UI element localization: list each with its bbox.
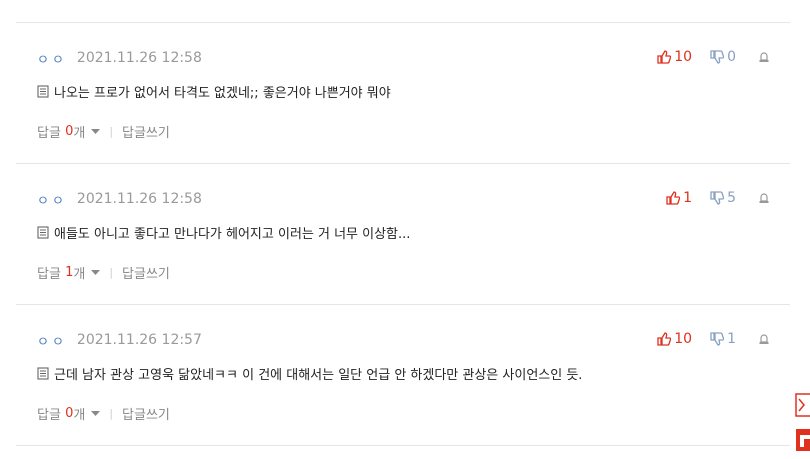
memo-icon (37, 85, 49, 98)
comment-date: 2021.11.26 12:57 (76, 332, 202, 348)
action-separator: | (109, 266, 114, 279)
comment-text: 나오는 프로가 없어서 타격도 없겠네;; 좋은거야 나쁜거야 뭐야 (54, 86, 391, 101)
comment-actions: 답글 0개 | 답글쓰기 (37, 404, 170, 423)
comment-meta: ㅇㅇ 2021.11.26 12:58 (37, 190, 202, 209)
report-button[interactable] (758, 192, 770, 204)
memo-icon (37, 226, 49, 239)
upvote-button[interactable]: 10 (657, 49, 692, 65)
comment-item: ㅇㅇ 2021.11.26 12:57 10 1 근데 남자 관상 고영욱 닮았… (0, 304, 790, 445)
downvote-button[interactable]: 1 (710, 331, 736, 347)
downvote-count: 0 (727, 49, 736, 65)
replies-toggle[interactable]: 답글 0개 (37, 122, 101, 141)
side-red-button[interactable] (795, 428, 810, 452)
divider (16, 445, 790, 446)
report-icon (759, 193, 769, 203)
upvote-count: 1 (683, 190, 693, 206)
reply-label: 답글 (37, 408, 61, 423)
reply-unit: 개 (73, 126, 86, 141)
caret-down-icon (91, 410, 101, 417)
upvote-count: 10 (674, 331, 693, 347)
caret-down-icon (91, 128, 101, 135)
downvote-count: 1 (727, 331, 736, 347)
reply-label: 답글 (37, 267, 61, 282)
reply-count: 0 (65, 124, 74, 139)
thumbs-up-icon (666, 191, 681, 205)
comment-text: 근데 남자 관상 고영욱 닮았네ㅋㅋ 이 건에 대해서는 일단 언급 안 하겠다… (54, 368, 583, 383)
nickname[interactable]: ㅇㅇ (37, 49, 67, 68)
action-separator: | (109, 125, 114, 138)
reply-count: 0 (65, 406, 74, 421)
comment-date: 2021.11.26 12:58 (76, 191, 202, 207)
nickname[interactable]: ㅇㅇ (37, 190, 67, 209)
vote-group: 10 0 (657, 49, 770, 65)
comment-body: 나오는 프로가 없어서 타격도 없겠네;; 좋은거야 나쁜거야 뭐야 (37, 82, 391, 101)
thumbs-up-icon (657, 332, 672, 346)
vote-group: 10 1 (657, 331, 770, 347)
comment-actions: 답글 1개 | 답글쓰기 (37, 263, 170, 282)
report-button[interactable] (758, 333, 770, 345)
downvote-button[interactable]: 5 (710, 190, 736, 206)
nickname[interactable]: ㅇㅇ (37, 331, 67, 350)
thumbs-down-icon (710, 50, 725, 64)
memo-icon (37, 367, 49, 380)
side-red-icon (796, 429, 810, 451)
report-icon (759, 334, 769, 344)
comment-date: 2021.11.26 12:58 (76, 50, 202, 66)
comment-meta: ㅇㅇ 2021.11.26 12:57 (37, 331, 202, 350)
upvote-button[interactable]: 10 (657, 331, 692, 347)
thumbs-down-icon (710, 191, 725, 205)
comment-body: 근데 남자 관상 고영욱 닮았네ㅋㅋ 이 건에 대해서는 일단 언급 안 하겠다… (37, 364, 582, 383)
reply-label: 답글 (37, 126, 61, 141)
comment-body: 애들도 아니고 좋다고 만나다가 헤어지고 이러는 거 너무 이상함... (37, 223, 410, 242)
comment-item: ㅇㅇ 2021.11.26 12:58 1 5 애들도 아니고 좋다고 만나다가… (0, 163, 790, 304)
upvote-count: 10 (674, 49, 693, 65)
side-bookmark-icon (795, 393, 810, 417)
thumbs-up-icon (657, 50, 672, 64)
downvote-button[interactable]: 0 (710, 49, 736, 65)
thumbs-down-icon (710, 332, 725, 346)
action-separator: | (109, 407, 114, 420)
side-bookmark-button[interactable] (795, 393, 810, 417)
comment-text: 애들도 아니고 좋다고 만나다가 헤어지고 이러는 거 너무 이상함... (54, 227, 411, 242)
caret-down-icon (91, 269, 101, 276)
comment-actions: 답글 0개 | 답글쓰기 (37, 122, 170, 141)
replies-toggle[interactable]: 답글 0개 (37, 404, 101, 423)
report-button[interactable] (758, 51, 770, 63)
comment-meta: ㅇㅇ 2021.11.26 12:58 (37, 49, 202, 68)
write-reply-link[interactable]: 답글쓰기 (122, 404, 170, 423)
comment-item: ㅇㅇ 2021.11.26 12:58 10 0 나오는 프로가 없어서 타격도… (0, 22, 790, 163)
reply-unit: 개 (73, 408, 86, 423)
write-reply-link[interactable]: 답글쓰기 (122, 263, 170, 282)
write-reply-link[interactable]: 답글쓰기 (122, 122, 170, 141)
replies-toggle[interactable]: 답글 1개 (37, 263, 101, 282)
vote-group: 1 5 (666, 190, 770, 206)
reply-unit: 개 (73, 267, 86, 282)
downvote-count: 5 (727, 190, 736, 206)
report-icon (759, 52, 769, 62)
upvote-button[interactable]: 1 (666, 190, 692, 206)
reply-count: 1 (65, 265, 74, 280)
